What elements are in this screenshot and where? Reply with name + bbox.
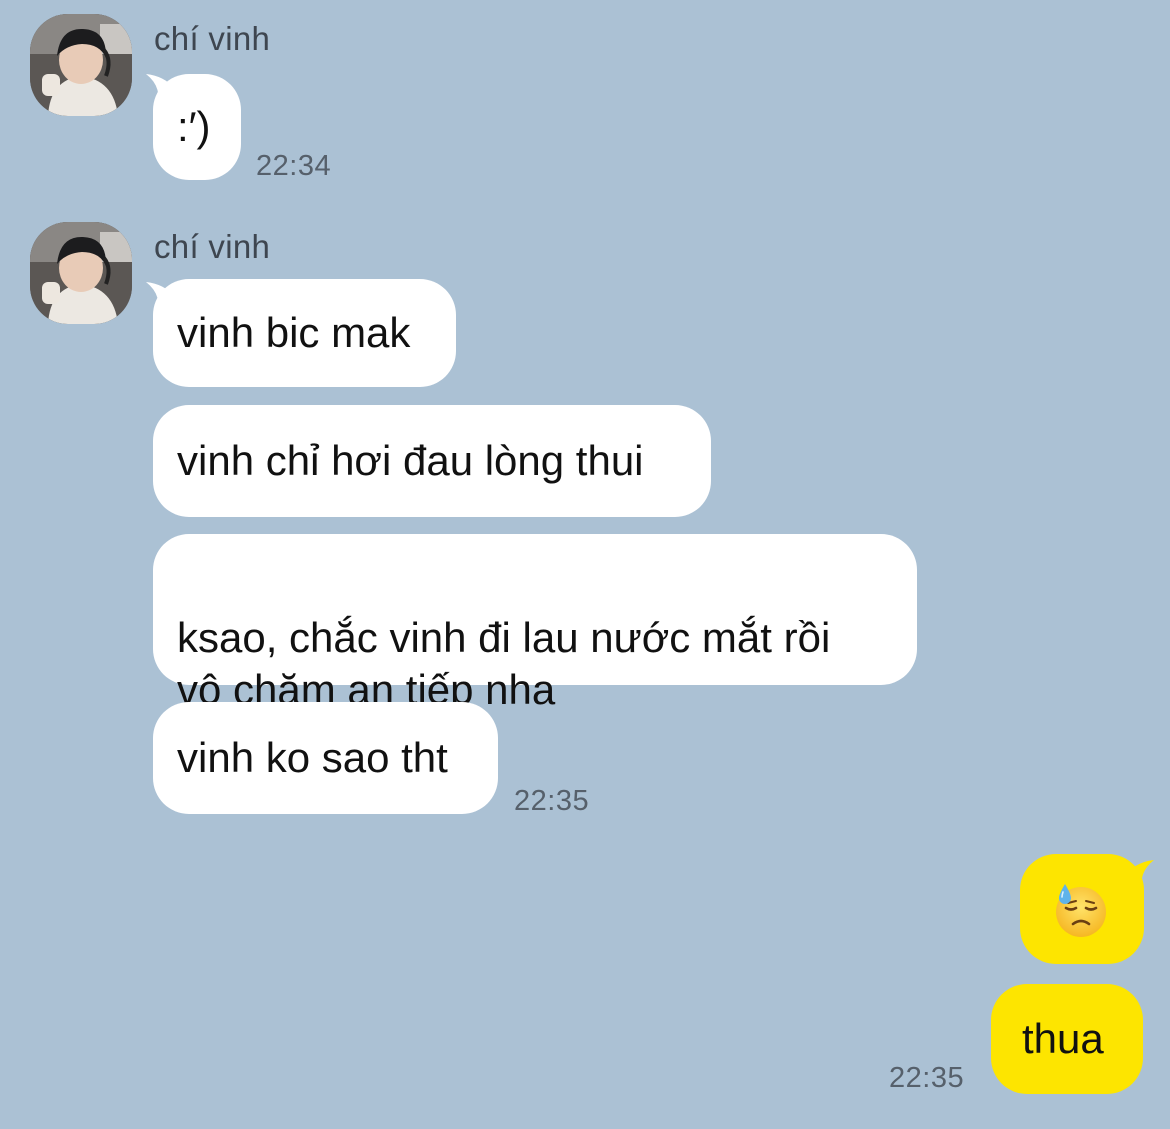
message-bubble[interactable]: vinh chỉ hơi đau lòng thui: [153, 405, 711, 517]
message-text: vinh chỉ hơi đau lòng thui: [177, 437, 644, 484]
message-text: vinh bic mak: [177, 309, 411, 356]
sender-name: chí vinh: [154, 228, 271, 265]
avatar-photo-icon: [30, 222, 132, 324]
message-bubble[interactable]: vinh ko sao tht: [153, 702, 498, 814]
sender-avatar[interactable]: [30, 222, 132, 324]
sender-avatar[interactable]: [30, 14, 132, 116]
message-bubble[interactable]: vinh bic mak: [153, 279, 456, 387]
my-message-bubble[interactable]: thua: [991, 984, 1143, 1094]
message-timestamp: 22:34: [256, 150, 332, 182]
message-text: ksao, chắc vinh đi lau nước mắt rồi vô c…: [177, 614, 831, 713]
message-timestamp: 22:35: [514, 785, 590, 817]
message-text: vinh ko sao tht: [177, 734, 448, 781]
message-text: :′): [177, 103, 211, 150]
message-bubble[interactable]: :′): [153, 74, 241, 180]
avatar-photo-icon: [30, 14, 132, 116]
message-bubble[interactable]: ksao, chắc vinh đi lau nước mắt rồi vô c…: [153, 534, 917, 713]
my-message-bubble[interactable]: [1020, 854, 1144, 964]
sender-name: chí vinh: [154, 20, 271, 57]
message-timestamp: 22:35: [889, 1062, 965, 1094]
message-text: thua: [1022, 1015, 1104, 1062]
downcast-face-with-sweat-icon: [1056, 884, 1106, 937]
